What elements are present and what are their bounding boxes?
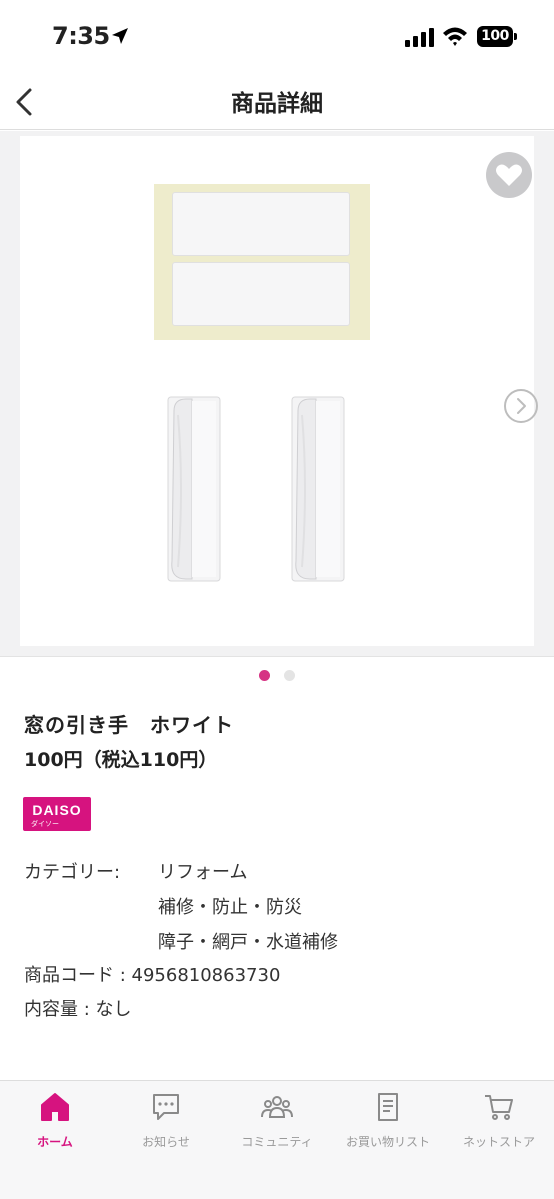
product-code-row: 商品コード : 4956810863730 (24, 961, 280, 987)
tab-label: コミュニティ (241, 1135, 313, 1149)
product-image-carousel[interactable] (0, 131, 554, 656)
tab-community[interactable]: コミュニティ (222, 1081, 332, 1161)
heart-icon (496, 164, 522, 186)
wifi-icon (443, 27, 467, 46)
product-image (20, 136, 534, 646)
product-code-label: 商品コード : (24, 965, 132, 986)
cellular-signal-icon (405, 28, 434, 47)
home-icon (41, 1093, 69, 1121)
brand-logo-main: DAISO (32, 802, 82, 818)
cart-icon (485, 1095, 513, 1120)
tab-net-store[interactable]: ネットストア (444, 1081, 554, 1161)
category-item[interactable]: 障子・網戸・水道補修 (158, 928, 338, 954)
tab-notifications[interactable]: お知らせ (111, 1081, 221, 1161)
product-code-value: 4956810863730 (131, 965, 281, 986)
brand-logo-sub: ダイソー (31, 820, 59, 828)
carousel-dot-1[interactable] (259, 670, 270, 681)
category-item[interactable]: 補修・防止・防災 (158, 893, 302, 919)
category-item[interactable]: リフォーム (158, 858, 247, 884)
page-title: 商品詳細 (231, 91, 323, 117)
tab-label: お知らせ (142, 1135, 190, 1149)
capacity-row: 内容量 : なし (24, 995, 132, 1021)
battery-level: 100 (477, 26, 513, 47)
tab-label: お買い物リスト (345, 1135, 430, 1149)
window-handle-right (291, 396, 345, 582)
location-arrow-icon (112, 28, 128, 44)
capacity-value: なし (95, 999, 132, 1020)
product-name: 窓の引き手 ホワイト (24, 713, 234, 737)
bottom-tab-bar: ホーム お知らせ コミュニティ お買い物リスト ネットストア (0, 1080, 554, 1199)
tab-home[interactable]: ホーム (0, 1081, 110, 1161)
people-icon (261, 1096, 293, 1118)
status-time: 7:35 (52, 22, 110, 50)
next-image-chevron-icon[interactable] (503, 388, 539, 424)
tab-label: ホーム (37, 1135, 73, 1149)
category-label: カテゴリー: (24, 862, 121, 883)
capacity-label: 内容量 : (24, 999, 96, 1020)
favorite-button[interactable] (486, 152, 532, 198)
status-bar: 7:35 100 (0, 0, 554, 74)
window-handle-left (167, 396, 221, 582)
chat-bubble-icon (153, 1094, 179, 1120)
navigation-header: 商品詳細 (0, 74, 554, 130)
tab-shopping-list[interactable]: お買い物リスト (333, 1081, 443, 1161)
adhesive-tape-sheet (154, 184, 370, 340)
battery-icon: 100 (477, 26, 517, 48)
carousel-dot-2[interactable] (284, 670, 295, 681)
product-price: 100円（税込110円） (24, 749, 218, 771)
daiso-brand-logo: DAISO ダイソー (23, 797, 91, 831)
tab-label: ネットストア (462, 1135, 535, 1149)
document-list-icon (378, 1093, 398, 1121)
